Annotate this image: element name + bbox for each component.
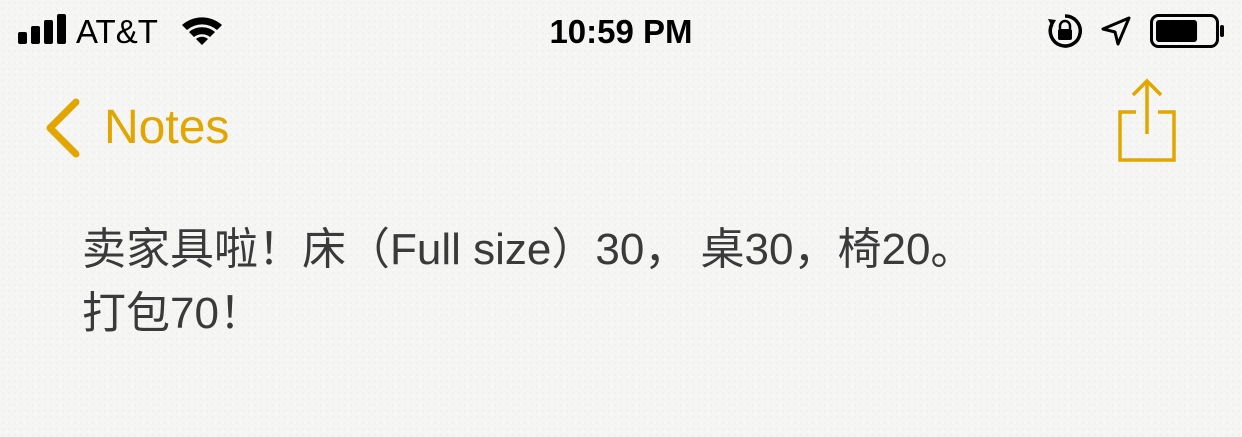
back-button-label: Notes [104, 101, 230, 154]
note-line-1: 卖家具啦！床（Full size）30， 桌30，椅20。 [82, 225, 975, 274]
status-bar: AT&T 10:59 PM [0, 0, 1242, 66]
share-icon[interactable] [1112, 78, 1182, 166]
back-button[interactable]: Notes [40, 96, 229, 160]
battery-icon [1150, 14, 1224, 48]
note-body[interactable]: 卖家具啦！床（Full size）30， 桌30，椅20。 打包70！ [82, 218, 1202, 346]
location-icon [1101, 16, 1131, 46]
note-line-2: 打包70！ [82, 289, 263, 338]
rotation-lock-icon [1048, 14, 1082, 48]
chevron-left-icon [46, 98, 80, 158]
